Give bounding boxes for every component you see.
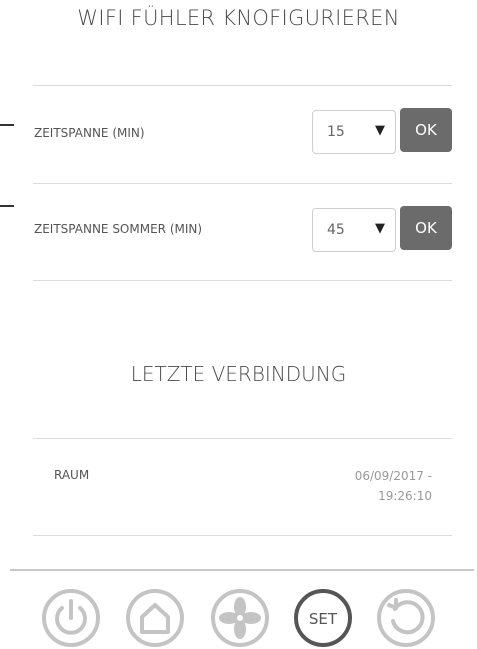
power-icon bbox=[42, 589, 100, 647]
refresh-button[interactable] bbox=[375, 587, 437, 649]
divider bbox=[33, 280, 452, 281]
last-connection-title: LETZTE VERBINDUNG bbox=[130, 362, 347, 386]
set-button[interactable]: SET bbox=[292, 587, 354, 649]
last-connection-date: 06/09/2017 - bbox=[354, 469, 432, 483]
refresh-icon bbox=[377, 589, 435, 647]
divider bbox=[33, 535, 452, 536]
home-button[interactable] bbox=[124, 587, 186, 649]
interval-ok-button[interactable]: OK bbox=[400, 108, 452, 152]
summer-interval-label: ZEITSPANNE SOMMER (MIN) bbox=[34, 222, 203, 236]
caret-down-icon: ▼ bbox=[375, 123, 385, 138]
power-button[interactable] bbox=[40, 587, 102, 649]
interval-select-value: 15 bbox=[327, 124, 345, 140]
summer-interval-select[interactable]: 45 ▼ bbox=[312, 208, 396, 252]
divider bbox=[33, 85, 452, 86]
divider bbox=[33, 438, 452, 439]
home-icon bbox=[126, 589, 184, 647]
interval-label: ZEITSPANNE (MIN) bbox=[34, 126, 145, 140]
room-label: RAUM bbox=[54, 468, 90, 482]
last-connection-timestamp: 06/09/2017 - 19:26:10 bbox=[272, 466, 432, 506]
summer-interval-select-value: 45 bbox=[327, 222, 345, 238]
set-label: SET bbox=[309, 610, 338, 628]
fan-icon bbox=[211, 589, 269, 647]
summer-interval-ok-button[interactable]: OK bbox=[400, 206, 452, 250]
page-title: WIFI FÜHLER KNOFIGURIEREN bbox=[77, 6, 400, 30]
interval-select[interactable]: 15 ▼ bbox=[312, 110, 396, 154]
set-icon: SET bbox=[294, 589, 352, 647]
edge-marker bbox=[0, 205, 14, 207]
fan-button[interactable] bbox=[209, 587, 271, 649]
caret-down-icon: ▼ bbox=[375, 221, 385, 236]
bottom-nav-separator bbox=[10, 569, 474, 571]
last-connection-time: 19:26:10 bbox=[378, 489, 432, 503]
divider bbox=[33, 183, 452, 184]
edge-marker bbox=[0, 124, 14, 126]
